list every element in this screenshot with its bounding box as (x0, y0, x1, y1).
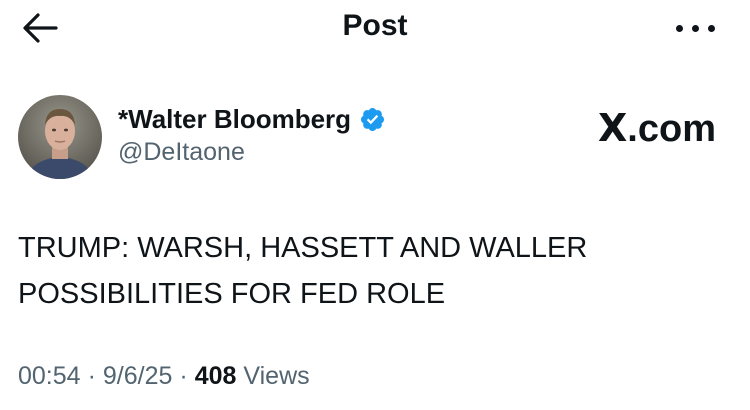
tweet-text-line: POSSIBILITIES FOR FED ROLE (18, 278, 446, 310)
more-dot (708, 25, 715, 32)
more-horizontal-icon (676, 25, 683, 32)
x-logo-suffix: .com (627, 108, 716, 150)
views-label[interactable]: Views (243, 362, 309, 390)
author-handle[interactable]: @DeItaone (118, 138, 245, 167)
avatar-image (18, 95, 102, 179)
author-name-row: *Walter Bloomberg (118, 102, 386, 136)
meta-separator: · (87, 362, 96, 390)
top-bar: Post (0, 0, 750, 56)
x-com-logo: X.com (598, 106, 716, 151)
tweet-meta: 00:54 · 9/6/25 · 408 Views (18, 362, 310, 391)
more-options-button[interactable] (672, 10, 720, 44)
more-dot (692, 25, 699, 32)
avatar[interactable] (18, 95, 102, 179)
meta-separator: · (179, 362, 188, 390)
verified-badge-icon (361, 107, 385, 131)
tweet-text-line: TRUMP: WARSH, HASSETT AND WALLER (18, 232, 588, 264)
x-logo-letter: X (597, 106, 628, 150)
tweet-time[interactable]: 00:54 (18, 362, 81, 390)
tweet-text: TRUMP: WARSH, HASSETT AND WALLER POSSIBI… (18, 225, 728, 317)
tweet-date[interactable]: 9/6/25 (103, 362, 173, 390)
author-display-name[interactable]: *Walter Bloomberg (118, 104, 351, 135)
views-count[interactable]: 408 (195, 362, 237, 390)
page-title: Post (342, 9, 408, 42)
